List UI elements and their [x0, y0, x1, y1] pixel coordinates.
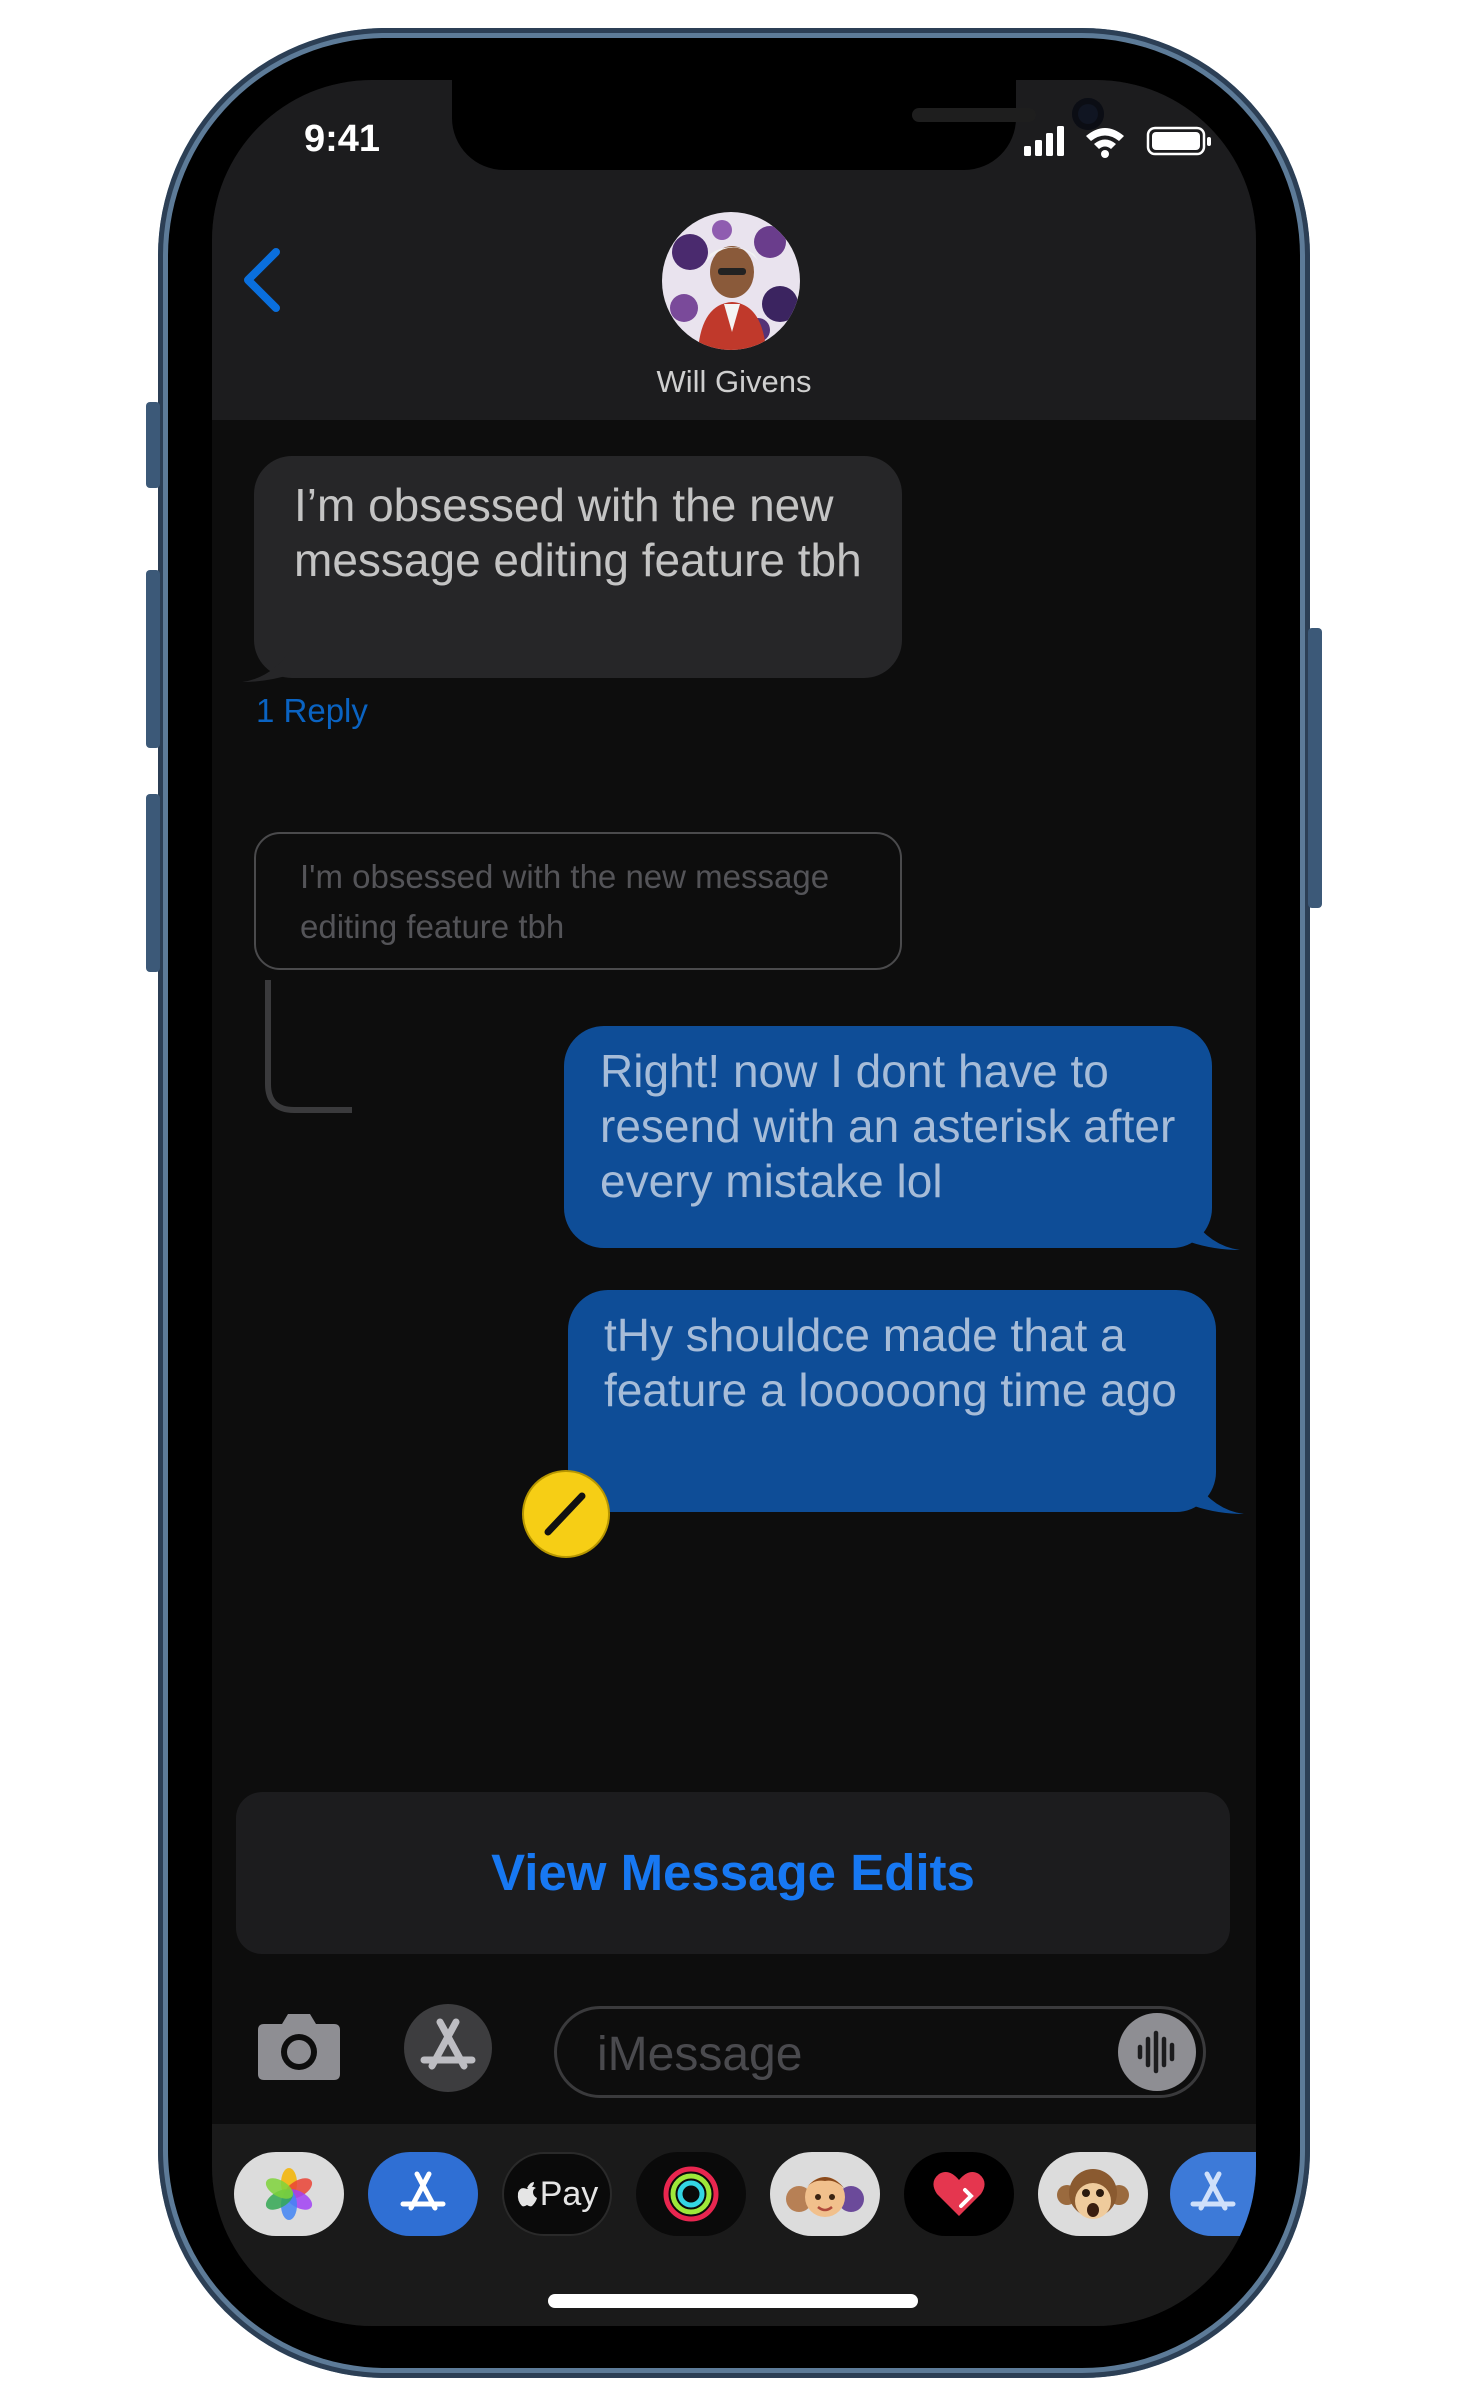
apple-pay-app[interactable]: Pay	[502, 2152, 612, 2236]
digital-touch-app[interactable]	[904, 2152, 1014, 2236]
app-store-icon	[420, 2018, 476, 2070]
edited-message-bubble[interactable]: tHy shouldce made that a feature a loooo…	[568, 1290, 1216, 1512]
message-text: I’m obsessed with the new message editin…	[294, 479, 862, 586]
waveform-icon	[1137, 2030, 1175, 2074]
back-chevron-icon[interactable]	[236, 246, 288, 314]
battery-icon	[1146, 126, 1211, 156]
status-time: 9:41	[304, 118, 381, 160]
side-button-power	[1308, 628, 1322, 908]
cellular-signal-icon	[1024, 126, 1064, 156]
view-message-edits-button[interactable]: View Message Edits	[236, 1792, 1230, 1954]
contact-avatar[interactable]	[662, 212, 800, 350]
home-indicator[interactable]	[548, 2294, 918, 2308]
pencil-icon	[544, 1492, 586, 1536]
activity-rings-icon	[663, 2166, 719, 2222]
animoji-app[interactable]	[1038, 2152, 1148, 2236]
apple-pay-label: Pay	[539, 2174, 599, 2213]
app-store-partial-icon	[1190, 2171, 1236, 2211]
outgoing-bubble-tail	[1190, 1216, 1240, 1250]
monkey-animoji-icon	[1057, 2169, 1129, 2219]
side-button-volume-down	[146, 794, 160, 972]
reply-thread-line	[265, 980, 352, 1113]
memoji-icon	[786, 2177, 864, 2217]
app-store-app-partial[interactable]	[1170, 2152, 1256, 2236]
notch	[452, 80, 1104, 170]
contact-name[interactable]: Will Givens	[212, 364, 1256, 400]
status-icons	[1024, 126, 1211, 158]
earpiece-speaker	[912, 108, 1036, 122]
voice-message-button[interactable]	[1118, 2013, 1196, 2091]
app-store-button[interactable]	[404, 2004, 492, 2092]
incoming-bubble-tail	[242, 648, 292, 682]
reply-count-link[interactable]: 1 Reply	[256, 692, 368, 730]
incoming-message-bubble[interactable]: I’m obsessed with the new message editin…	[254, 456, 902, 678]
photos-icon	[265, 2168, 313, 2220]
outgoing-bubble-tail	[1194, 1480, 1244, 1514]
memoji-app[interactable]	[770, 2152, 880, 2236]
apple-logo-icon	[517, 2182, 537, 2207]
app-store-app[interactable]	[368, 2152, 478, 2236]
edited-pencil-badge[interactable]	[524, 1472, 608, 1556]
camera-icon[interactable]	[256, 2010, 342, 2082]
activity-app[interactable]	[636, 2152, 746, 2236]
quoted-reply-preview[interactable]: I'm obsessed with the new message editin…	[254, 832, 902, 970]
screen: Will Givens 9:41 I’m obsessed with the n…	[212, 80, 1256, 2326]
outgoing-message-bubble[interactable]: Right! now I dont have to resend with an…	[564, 1026, 1212, 1248]
digital-touch-heart-icon	[933, 2172, 985, 2216]
message-text: Right! now I dont have to resend with an…	[600, 1045, 1176, 1207]
imessage-placeholder: iMessage	[597, 2028, 803, 2081]
imessage-input[interactable]: iMessage	[554, 2006, 1206, 2098]
view-message-edits-label: View Message Edits	[491, 1844, 975, 1901]
wifi-icon	[1086, 128, 1124, 158]
side-button-volume-up	[146, 570, 160, 748]
message-text: tHy shouldce made that a feature a loooo…	[604, 1309, 1177, 1416]
photos-app[interactable]	[234, 2152, 344, 2236]
side-button-silent	[146, 402, 160, 488]
app-store-icon	[400, 2171, 446, 2211]
